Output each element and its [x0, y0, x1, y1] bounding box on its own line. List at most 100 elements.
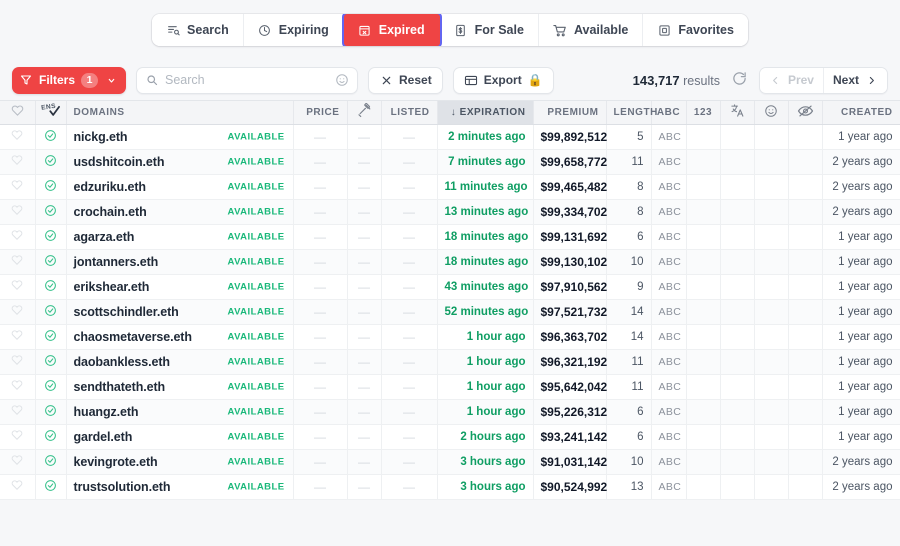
column-header-abc[interactable]: ABC: [651, 101, 686, 124]
row-favorite-cell[interactable]: [0, 149, 35, 174]
table-row[interactable]: usdshitcoin.ethAVAILABLE———7 minutes ago…: [0, 149, 900, 174]
column-header-hidden-chars[interactable]: [788, 101, 822, 124]
row-language-cell: [720, 124, 754, 149]
table-row[interactable]: daobankless.ethAVAILABLE———1 hour ago$96…: [0, 349, 900, 374]
heart-icon: [11, 254, 23, 266]
row-expiration-cell: 43 minutes ago: [437, 274, 533, 299]
domains-table-container[interactable]: ENS DOMAINS PRICE LISTED ↓ EXPIRATION PR…: [0, 100, 900, 500]
row-numbers-cell: [686, 449, 720, 474]
row-listed-cell: —: [381, 424, 437, 449]
table-row[interactable]: crochain.ethAVAILABLE———13 minutes ago$9…: [0, 199, 900, 224]
row-domain-cell[interactable]: kevingrote.ethAVAILABLE: [66, 449, 293, 474]
column-header-auction[interactable]: [347, 101, 381, 124]
tab-search[interactable]: Search: [152, 14, 244, 46]
row-domain-cell[interactable]: erikshear.ethAVAILABLE: [66, 274, 293, 299]
row-domain-cell[interactable]: daobankless.ethAVAILABLE: [66, 349, 293, 374]
table-row[interactable]: nickg.ethAVAILABLE———2 minutes ago$99,89…: [0, 124, 900, 149]
row-domain-cell[interactable]: gardel.ethAVAILABLE: [66, 424, 293, 449]
row-listed-cell: —: [381, 374, 437, 399]
row-favorite-cell[interactable]: [0, 374, 35, 399]
column-header-language[interactable]: [720, 101, 754, 124]
tab-label: Available: [574, 23, 628, 37]
table-row[interactable]: scottschindler.ethAVAILABLE———52 minutes…: [0, 299, 900, 324]
column-header-price[interactable]: PRICE: [293, 101, 347, 124]
availability-badge: AVAILABLE: [227, 231, 284, 242]
search-field-wrapper[interactable]: [136, 67, 358, 94]
tab-expired[interactable]: Expired: [344, 14, 440, 46]
check-circle-icon: [44, 154, 57, 167]
table-row[interactable]: agarza.ethAVAILABLE———18 minutes ago$99,…: [0, 224, 900, 249]
row-domain-cell[interactable]: crochain.ethAVAILABLE: [66, 199, 293, 224]
prev-page-button[interactable]: Prev: [760, 68, 824, 93]
emoji-search-icon[interactable]: [335, 73, 349, 87]
next-page-button[interactable]: Next: [824, 68, 887, 93]
row-favorite-cell[interactable]: [0, 324, 35, 349]
row-favorite-cell[interactable]: [0, 199, 35, 224]
row-domain-cell[interactable]: edzuriku.ethAVAILABLE: [66, 174, 293, 199]
row-domain-cell[interactable]: agarza.ethAVAILABLE: [66, 224, 293, 249]
reset-button[interactable]: Reset: [368, 67, 443, 94]
row-domain-cell[interactable]: omegagrid.ethAVAILABLE: [66, 499, 293, 500]
row-favorite-cell[interactable]: [0, 249, 35, 274]
table-row[interactable]: omegagrid.ethAVAILABLE———3 hours ago$89,…: [0, 499, 900, 500]
row-domain-cell[interactable]: sendthateth.ethAVAILABLE: [66, 374, 293, 399]
tab-expiring[interactable]: Expiring: [244, 14, 344, 46]
column-header-emoji[interactable]: [754, 101, 788, 124]
row-domain-cell[interactable]: jontanners.ethAVAILABLE: [66, 249, 293, 274]
price-tag-icon: [454, 23, 468, 37]
row-favorite-cell[interactable]: [0, 499, 35, 500]
column-header-domains[interactable]: DOMAINS: [66, 101, 293, 124]
column-header-created[interactable]: CREATED: [822, 101, 900, 124]
row-favorite-cell[interactable]: [0, 424, 35, 449]
row-favorite-cell[interactable]: [0, 299, 35, 324]
row-favorite-cell[interactable]: [0, 349, 35, 374]
column-header-ens[interactable]: ENS: [35, 101, 66, 124]
row-favorite-cell[interactable]: [0, 399, 35, 424]
table-row[interactable]: gardel.ethAVAILABLE———2 hours ago$93,241…: [0, 424, 900, 449]
refresh-button[interactable]: [730, 69, 749, 91]
row-premium-cell: $99,658,772: [533, 149, 606, 174]
table-row[interactable]: edzuriku.ethAVAILABLE———11 minutes ago$9…: [0, 174, 900, 199]
column-header-expiration[interactable]: ↓ EXPIRATION: [437, 101, 533, 124]
row-abc-cell: ABC: [651, 249, 686, 274]
row-numbers-cell: [686, 399, 720, 424]
column-header-premium[interactable]: PREMIUM: [533, 101, 606, 124]
row-domain-cell[interactable]: nickg.ethAVAILABLE: [66, 124, 293, 149]
row-expiration-cell: 18 minutes ago: [437, 224, 533, 249]
table-row[interactable]: sendthateth.ethAVAILABLE———1 hour ago$95…: [0, 374, 900, 399]
row-domain-cell[interactable]: huangz.ethAVAILABLE: [66, 399, 293, 424]
check-circle-icon: [44, 204, 57, 217]
row-favorite-cell[interactable]: [0, 224, 35, 249]
table-row[interactable]: jontanners.ethAVAILABLE———18 minutes ago…: [0, 249, 900, 274]
column-header-length[interactable]: LENGTH: [606, 101, 651, 124]
row-favorite-cell[interactable]: [0, 124, 35, 149]
row-favorite-cell[interactable]: [0, 174, 35, 199]
column-header-listed[interactable]: LISTED: [381, 101, 437, 124]
table-row[interactable]: erikshear.ethAVAILABLE———43 minutes ago$…: [0, 274, 900, 299]
row-listed-cell: —: [381, 199, 437, 224]
tab-available[interactable]: Available: [539, 14, 643, 46]
table-row[interactable]: kevingrote.ethAVAILABLE———3 hours ago$91…: [0, 449, 900, 474]
search-input[interactable]: [165, 73, 335, 87]
ens-verified-icon: ENS: [40, 102, 62, 119]
table-row[interactable]: huangz.ethAVAILABLE———1 hour ago$95,226,…: [0, 399, 900, 424]
row-favorite-cell[interactable]: [0, 474, 35, 499]
tab-favorites[interactable]: Favorites: [643, 14, 748, 46]
row-created-cell: 1 year ago: [822, 299, 900, 324]
column-header-numbers[interactable]: 123: [686, 101, 720, 124]
row-favorite-cell[interactable]: [0, 449, 35, 474]
export-button[interactable]: Export 🔒: [453, 67, 554, 94]
row-domain-cell[interactable]: trustsolution.ethAVAILABLE: [66, 474, 293, 499]
domain-name: trustsolution.eth: [74, 480, 171, 494]
row-created-cell: 2 years ago: [822, 149, 900, 174]
table-row[interactable]: chaosmetaverse.ethAVAILABLE———1 hour ago…: [0, 324, 900, 349]
row-domain-cell[interactable]: scottschindler.ethAVAILABLE: [66, 299, 293, 324]
filters-button[interactable]: Filters 1: [12, 67, 126, 94]
row-favorite-cell[interactable]: [0, 274, 35, 299]
table-row[interactable]: trustsolution.ethAVAILABLE———3 hours ago…: [0, 474, 900, 499]
tab-for-sale[interactable]: For Sale: [440, 14, 539, 46]
domain-name: scottschindler.eth: [74, 305, 179, 319]
row-domain-cell[interactable]: chaosmetaverse.ethAVAILABLE: [66, 324, 293, 349]
column-header-favorite[interactable]: [0, 101, 35, 124]
row-domain-cell[interactable]: usdshitcoin.ethAVAILABLE: [66, 149, 293, 174]
